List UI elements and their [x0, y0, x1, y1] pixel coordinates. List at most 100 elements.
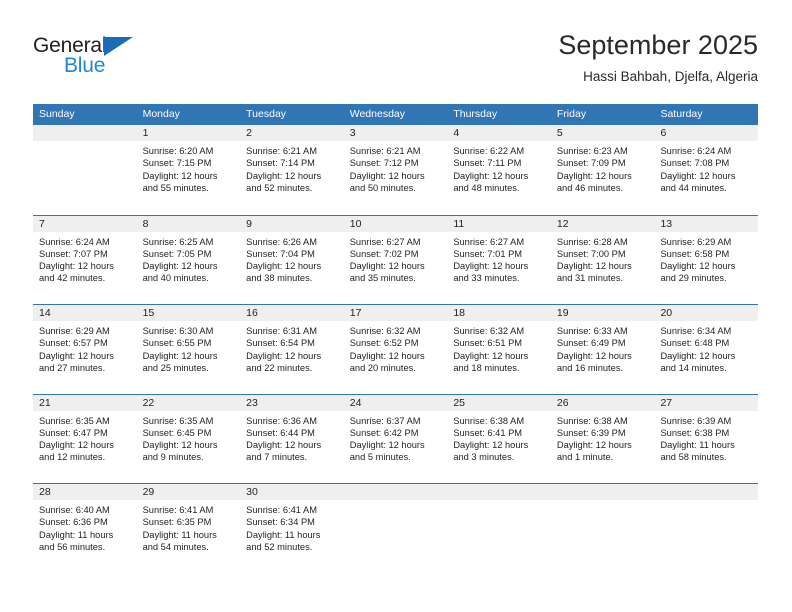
day-cell[interactable]: 20 Sunrise: 6:34 AM Sunset: 6:48 PM Dayligh… — [654, 305, 759, 394]
day-cell[interactable]: 2 Sunrise: 6:21 AM Sunset: 7:14 PM Daylight… — [240, 125, 344, 215]
day-number: 6 — [654, 125, 759, 141]
logo-triangle-icon — [104, 37, 133, 56]
daylight-text-line1: Daylight: 12 hours — [246, 170, 322, 181]
daylight-text-line2: and 42 minutes. — [39, 273, 106, 284]
day-cell[interactable]: 22 Sunrise: 6:35 AM Sunset: 6:45 PM Dayligh… — [136, 394, 241, 484]
day-number — [33, 125, 137, 141]
daylight-text-line2: and 54 minutes. — [142, 541, 209, 552]
day-cell[interactable]: 16 Sunrise: 6:31 AM Sunset: 6:54 PM Dayligh… — [240, 305, 344, 394]
day-cell[interactable]: 12 Sunrise: 6:28 AM Sunset: 7:00 PM Dayligh… — [550, 215, 655, 305]
sunset-text: Sunset: 6:39 PM — [556, 427, 626, 438]
day-details: Sunrise: 6:27 AM Sunset: 7:01 PM Daylight:… — [447, 232, 551, 285]
sunrise-text: Sunrise: 6:35 AM — [142, 415, 214, 426]
day-number: 30 — [240, 484, 344, 500]
day-cell[interactable]: 24 Sunrise: 6:37 AM Sunset: 6:42 PM Dayligh… — [343, 394, 448, 484]
day-details: Sunrise: 6:33 AM Sunset: 6:49 PM Daylight:… — [551, 321, 655, 374]
day-cell[interactable]: 5 Sunrise: 6:23 AM Sunset: 7:09 PM Daylight… — [550, 125, 655, 215]
daylight-text-line1: Daylight: 12 hours — [142, 440, 218, 451]
day-details: Sunrise: 6:26 AM Sunset: 7:04 PM Daylight:… — [240, 232, 344, 285]
day-cell[interactable]: 23 Sunrise: 6:36 AM Sunset: 6:44 PM Dayligh… — [240, 394, 344, 484]
sunrise-text: Sunrise: 6:25 AM — [142, 236, 214, 247]
day-details: Sunrise: 6:24 AM Sunset: 7:08 PM Daylight:… — [654, 141, 758, 194]
day-cell[interactable]: 9 Sunrise: 6:26 AM Sunset: 7:04 PM Daylight… — [240, 215, 344, 305]
day-number: 22 — [136, 394, 241, 411]
day-cell[interactable]: 17 Sunrise: 6:32 AM Sunset: 6:52 PM Dayligh… — [343, 305, 448, 394]
sunset-text: Sunset: 7:14 PM — [246, 158, 315, 169]
day-cell[interactable]: 1 Sunrise: 6:20 AM Sunset: 7:15 PM Daylight… — [136, 125, 241, 215]
day-cell[interactable]: 21 Sunrise: 6:35 AM Sunset: 6:47 PM Dayligh… — [33, 394, 137, 484]
day-cell[interactable]: 28 Sunrise: 6:40 AM Sunset: 6:36 PM Dayligh… — [33, 484, 137, 573]
sunrise-text: Sunrise: 6:29 AM — [660, 236, 732, 247]
day-cell[interactable]: 27 Sunrise: 6:39 AM Sunset: 6:38 PM Dayligh… — [654, 394, 759, 484]
sunrise-text: Sunrise: 6:37 AM — [349, 415, 421, 426]
day-cell[interactable]: 13 Sunrise: 6:29 AM Sunset: 6:58 PM Dayligh… — [654, 215, 759, 305]
day-cell[interactable]: 10 Sunrise: 6:27 AM Sunset: 7:02 PM Dayligh… — [343, 215, 448, 305]
day-details: Sunrise: 6:38 AM Sunset: 6:39 PM Daylight:… — [551, 411, 655, 464]
sunrise-text: Sunrise: 6:29 AM — [39, 326, 110, 336]
day-number: 16 — [240, 305, 344, 321]
day-cell[interactable]: 4 Sunrise: 6:22 AM Sunset: 7:11 PM Daylight… — [447, 125, 551, 215]
sunset-text: Sunset: 7:08 PM — [660, 158, 730, 169]
sunrise-text: Sunrise: 6:33 AM — [556, 326, 628, 336]
day-cell[interactable]: 7 Sunrise: 6:24 AM Sunset: 7:07 PM Daylight… — [33, 215, 137, 305]
day-details: Sunrise: 6:20 AM Sunset: 7:15 PM Daylight:… — [137, 141, 241, 194]
sunset-text: Sunset: 7:05 PM — [142, 248, 212, 259]
day-cell[interactable]: 3 Sunrise: 6:21 AM Sunset: 7:12 PM Daylight… — [343, 125, 448, 215]
day-cell[interactable]: 11 Sunrise: 6:27 AM Sunset: 7:01 PM Dayligh… — [447, 215, 551, 305]
day-cell-empty — [550, 484, 655, 573]
daylight-text-line1: Daylight: 12 hours — [246, 350, 322, 361]
sunrise-text: Sunrise: 6:22 AM — [453, 146, 525, 156]
daylight-text-line2: and 44 minutes. — [660, 182, 727, 193]
day-details: Sunrise: 6:41 AM Sunset: 6:34 PM Daylight:… — [240, 500, 344, 553]
day-number: 13 — [654, 215, 759, 232]
day-details: Sunrise: 6:37 AM Sunset: 6:42 PM Daylight:… — [344, 411, 448, 464]
daylight-text-line2: and 38 minutes. — [246, 273, 313, 284]
daylight-text-line1: Daylight: 12 hours — [246, 261, 322, 272]
day-number: 23 — [240, 394, 344, 411]
title-block: September 2025 Hassi Bahbah, Djelfa, Alg… — [558, 28, 758, 87]
sunset-text: Sunset: 6:35 PM — [142, 517, 212, 528]
sunset-text: Sunset: 6:36 PM — [39, 517, 108, 528]
sunrise-text: Sunrise: 6:38 AM — [453, 415, 525, 426]
day-details: Sunrise: 6:21 AM Sunset: 7:14 PM Daylight:… — [240, 141, 344, 194]
weekday-header-tuesday: Tuesday — [246, 108, 287, 120]
day-number: 1 — [136, 125, 241, 141]
daylight-text-line1: Daylight: 12 hours — [556, 261, 632, 272]
day-cell[interactable]: 26 Sunrise: 6:38 AM Sunset: 6:39 PM Dayligh… — [550, 394, 655, 484]
daylight-text-line2: and 27 minutes. — [39, 362, 106, 373]
day-details: Sunrise: 6:32 AM Sunset: 6:52 PM Daylight:… — [344, 321, 448, 374]
day-cell[interactable]: 25 Sunrise: 6:38 AM Sunset: 6:41 PM Dayligh… — [447, 394, 551, 484]
day-number: 28 — [33, 484, 137, 500]
day-cell[interactable]: 19 Sunrise: 6:33 AM Sunset: 6:49 PM Dayligh… — [550, 305, 655, 394]
daylight-text-line1: Daylight: 12 hours — [660, 170, 736, 181]
logo-text-blue: Blue — [64, 54, 106, 77]
day-cell[interactable]: 8 Sunrise: 6:25 AM Sunset: 7:05 PM Daylight… — [136, 215, 241, 305]
sunrise-text: Sunrise: 6:28 AM — [556, 236, 628, 247]
sunset-text: Sunset: 7:04 PM — [246, 248, 315, 259]
day-details: Sunrise: 6:36 AM Sunset: 6:44 PM Daylight:… — [240, 411, 344, 464]
calendar-weeks: 1 Sunrise: 6:20 AM Sunset: 7:15 PM Daylight… — [33, 125, 759, 573]
daylight-text-line2: and 9 minutes. — [142, 452, 204, 463]
daylight-text-line1: Daylight: 12 hours — [453, 170, 529, 181]
day-cell[interactable]: 14 Sunrise: 6:29 AM Sunset: 6:57 PM Dayligh… — [33, 305, 137, 394]
sunrise-text: Sunrise: 6:26 AM — [246, 236, 317, 247]
generalblue-logo[interactable]: General Blue — [33, 34, 183, 82]
day-details: Sunrise: 6:24 AM Sunset: 7:07 PM Daylight:… — [33, 232, 137, 285]
day-number: 9 — [240, 215, 344, 232]
day-cell[interactable]: 18 Sunrise: 6:32 AM Sunset: 6:51 PM Dayligh… — [447, 305, 551, 394]
sunset-text: Sunset: 7:12 PM — [349, 158, 419, 169]
sunset-text: Sunset: 6:54 PM — [246, 338, 315, 349]
day-cell[interactable]: 6 Sunrise: 6:24 AM Sunset: 7:08 PM Daylight… — [654, 125, 759, 215]
daylight-text-line2: and 16 minutes. — [556, 362, 624, 373]
day-cell[interactable]: 29 Sunrise: 6:41 AM Sunset: 6:35 PM Dayligh… — [136, 484, 241, 573]
daylight-text-line1: Daylight: 12 hours — [39, 440, 114, 451]
sunset-text: Sunset: 6:49 PM — [556, 338, 626, 349]
daylight-text-line1: Daylight: 12 hours — [556, 170, 632, 181]
day-number: 17 — [343, 305, 448, 321]
daylight-text-line2: and 12 minutes. — [39, 452, 106, 463]
day-cell[interactable]: 30 Sunrise: 6:41 AM Sunset: 6:34 PM Dayligh… — [240, 484, 344, 573]
daylight-text-line2: and 5 minutes. — [349, 452, 411, 463]
daylight-text-line1: Daylight: 12 hours — [453, 261, 529, 272]
day-cell[interactable]: 15 Sunrise: 6:30 AM Sunset: 6:55 PM Dayligh… — [136, 305, 241, 394]
weekday-header-monday: Monday — [142, 108, 180, 120]
